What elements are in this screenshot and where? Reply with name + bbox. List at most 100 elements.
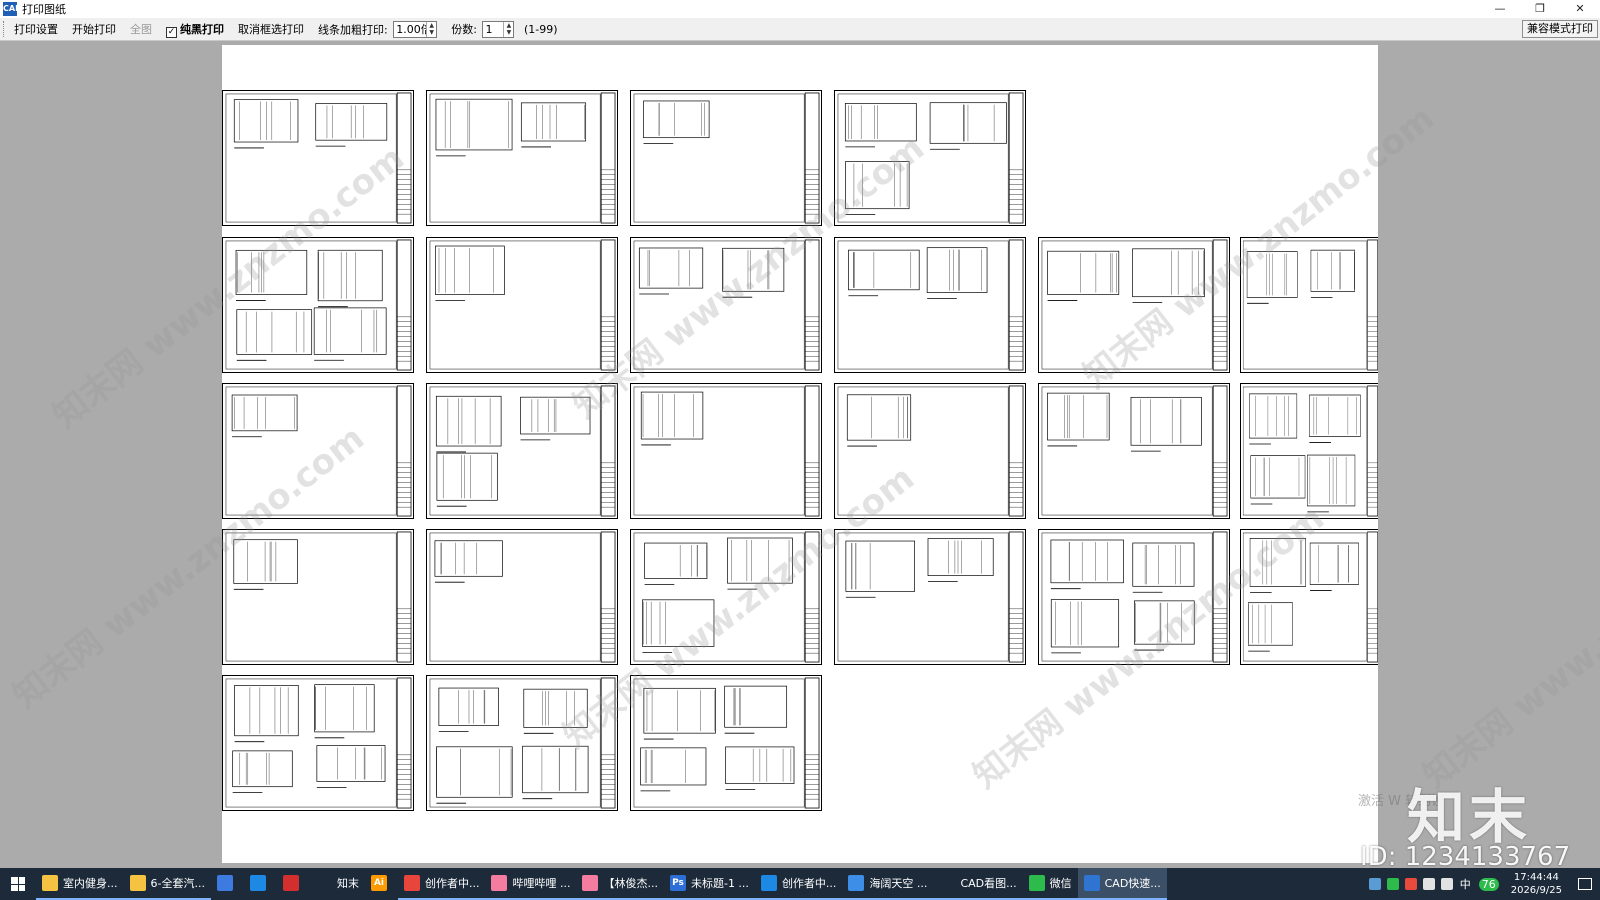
acrobat-icon bbox=[282, 875, 299, 891]
network-icon[interactable] bbox=[1422, 878, 1435, 890]
copies-input[interactable] bbox=[483, 21, 504, 37]
spin-arrows-icon[interactable]: ▲ ▼ bbox=[503, 21, 513, 37]
pure-black-label: 纯黑打印 bbox=[180, 22, 224, 36]
copies-stepper[interactable]: ▲▼ bbox=[482, 20, 515, 38]
drawing-sheet[interactable] bbox=[222, 383, 414, 519]
copies-control: 份数: ▲▼ (1-99) bbox=[444, 20, 564, 38]
print-settings-button[interactable]: 打印设置 bbox=[7, 21, 65, 37]
taskbar-app-10[interactable]: Ps 未标题-1 ... bbox=[663, 868, 755, 900]
taskbar-app-1[interactable]: 6-全套汽... bbox=[123, 868, 211, 900]
calculator-icon bbox=[216, 875, 233, 891]
drawing-content bbox=[633, 531, 820, 663]
drawing-content bbox=[225, 677, 412, 809]
drawing-sheet[interactable] bbox=[1240, 529, 1378, 665]
minimize-button[interactable]: — bbox=[1480, 0, 1520, 18]
drawing-content bbox=[837, 92, 1024, 224]
app-icon bbox=[42, 875, 58, 891]
taskbar-app-14[interactable]: 微信 bbox=[1022, 868, 1078, 900]
drawing-sheet[interactable] bbox=[834, 90, 1026, 226]
taskbar-app-12[interactable]: 海阔天空 ... bbox=[842, 868, 934, 900]
taskbar-app-15[interactable]: CAD快速... bbox=[1077, 868, 1167, 900]
taskbar-app-4[interactable] bbox=[277, 868, 310, 900]
app-icon bbox=[1083, 875, 1100, 891]
print-toolbar: 打印设置 开始打印 全图 ✓纯黑打印 取消框选打印 线条加粗打印: ▲▼ 份数:… bbox=[0, 18, 1600, 41]
drawing-sheet[interactable] bbox=[630, 237, 822, 373]
tray-wechat-icon[interactable] bbox=[1386, 878, 1399, 890]
pure-black-checkbox[interactable]: ✓ bbox=[166, 26, 177, 38]
taskbar-app-label: 室内健身... bbox=[63, 877, 118, 890]
taskbar-app-0[interactable]: 室内健身... bbox=[36, 868, 124, 900]
drawing-sheet[interactable] bbox=[426, 383, 618, 519]
taskbar-app-label: 【林俊杰... bbox=[603, 877, 658, 890]
taskbar-app-label: 微信 bbox=[1049, 877, 1072, 890]
taskbar-app-8[interactable]: 哔哩哔哩 ... bbox=[485, 868, 577, 900]
drawing-content bbox=[225, 239, 412, 371]
drawing-sheet[interactable] bbox=[426, 675, 618, 811]
drawing-sheet[interactable] bbox=[426, 529, 618, 665]
line-bold-control: 线条加粗打印: ▲▼ bbox=[311, 20, 444, 38]
illustrator-icon: Ai bbox=[370, 875, 387, 891]
taskbar-app-7[interactable]: 创作者中... bbox=[397, 868, 486, 900]
close-button[interactable]: ✕ bbox=[1560, 0, 1600, 18]
drawing-content bbox=[633, 92, 820, 224]
drawing-content bbox=[1242, 239, 1378, 371]
taskbar-app-9[interactable]: 【林俊杰... bbox=[576, 868, 664, 900]
drawing-sheet[interactable] bbox=[222, 90, 414, 226]
spin-arrows-icon[interactable]: ▲ ▼ bbox=[426, 21, 436, 37]
pure-black-toggle[interactable]: ✓ 纯黑打印 bbox=[159, 21, 231, 38]
taskbar-app-label: CAD看图... bbox=[960, 877, 1017, 890]
start-button[interactable] bbox=[0, 868, 36, 900]
taskbar-app-11[interactable]: 创作者中... bbox=[754, 868, 843, 900]
drawing-sheet[interactable] bbox=[222, 237, 414, 373]
taskbar-app-2[interactable] bbox=[211, 868, 244, 900]
notification-badge[interactable]: 76 bbox=[1478, 877, 1499, 891]
drawing-sheet[interactable] bbox=[630, 675, 822, 811]
start-print-button[interactable]: 开始打印 bbox=[65, 21, 123, 37]
action-center-icon[interactable] bbox=[1578, 878, 1592, 890]
app-icon bbox=[760, 875, 777, 891]
taskbar-app-13[interactable]: CAD看图... bbox=[933, 868, 1023, 900]
drawing-sheet[interactable] bbox=[834, 383, 1026, 519]
drawing-sheet[interactable] bbox=[630, 90, 822, 226]
compat-print-button[interactable]: 兼容模式打印 bbox=[1522, 20, 1598, 38]
taskbar-app-5[interactable]: 知末 bbox=[310, 868, 365, 900]
taskbar-app-3[interactable] bbox=[244, 868, 277, 900]
line-bold-input[interactable] bbox=[394, 21, 427, 37]
drawing-content bbox=[429, 92, 616, 224]
drawing-content bbox=[429, 239, 616, 371]
drawing-sheet[interactable] bbox=[426, 90, 618, 226]
drawing-sheet[interactable] bbox=[834, 529, 1026, 665]
drawing-sheet[interactable] bbox=[1240, 237, 1378, 373]
full-view-button[interactable]: 全图 bbox=[123, 21, 159, 37]
line-bold-stepper[interactable]: ▲▼ bbox=[393, 20, 438, 38]
drawing-sheet[interactable] bbox=[630, 529, 822, 665]
print-preview-paper[interactable] bbox=[222, 45, 1378, 863]
taskbar-app-label: 海阔天空 ... bbox=[869, 877, 928, 890]
tray-app-icon[interactable] bbox=[1404, 878, 1417, 890]
taskbar-app-label: 创作者中... bbox=[424, 877, 480, 890]
clock[interactable]: 17:44:44 2026/9/25 bbox=[1511, 871, 1562, 897]
taskbar-app-6[interactable]: Ai bbox=[365, 868, 398, 900]
drawing-sheet[interactable] bbox=[1038, 237, 1230, 373]
restore-button[interactable]: ❐ bbox=[1520, 0, 1560, 18]
app-icon: CAD bbox=[3, 2, 22, 16]
drawing-sheet[interactable] bbox=[222, 675, 414, 811]
tray-app-icon[interactable] bbox=[1368, 878, 1381, 890]
app-icon bbox=[939, 875, 956, 891]
drawing-sheet[interactable] bbox=[1038, 383, 1230, 519]
volume-icon[interactable] bbox=[1440, 878, 1453, 890]
taskbar-app-label: 6-全套汽... bbox=[150, 877, 205, 890]
drawing-sheet[interactable] bbox=[1038, 529, 1230, 665]
drawing-sheet[interactable] bbox=[222, 529, 414, 665]
app-icon bbox=[1028, 875, 1045, 891]
drawing-sheet[interactable] bbox=[834, 237, 1026, 373]
ime-indicator[interactable]: 中 bbox=[1460, 876, 1471, 892]
title-bar: CAD 打印图纸 — ❐ ✕ bbox=[0, 0, 1600, 18]
window-title: 打印图纸 bbox=[22, 3, 66, 16]
drawing-sheet[interactable] bbox=[630, 383, 822, 519]
cancel-selection-button[interactable]: 取消框选打印 bbox=[231, 21, 311, 37]
drawing-sheet[interactable] bbox=[426, 237, 618, 373]
drawing-content bbox=[225, 531, 412, 663]
drawing-sheet[interactable] bbox=[1240, 383, 1378, 519]
taskbar-apps: 室内健身... 6-全套汽... 知末 Ai 创作者中... 哔哩哔哩 ... 【林俊杰..… bbox=[36, 868, 1167, 900]
